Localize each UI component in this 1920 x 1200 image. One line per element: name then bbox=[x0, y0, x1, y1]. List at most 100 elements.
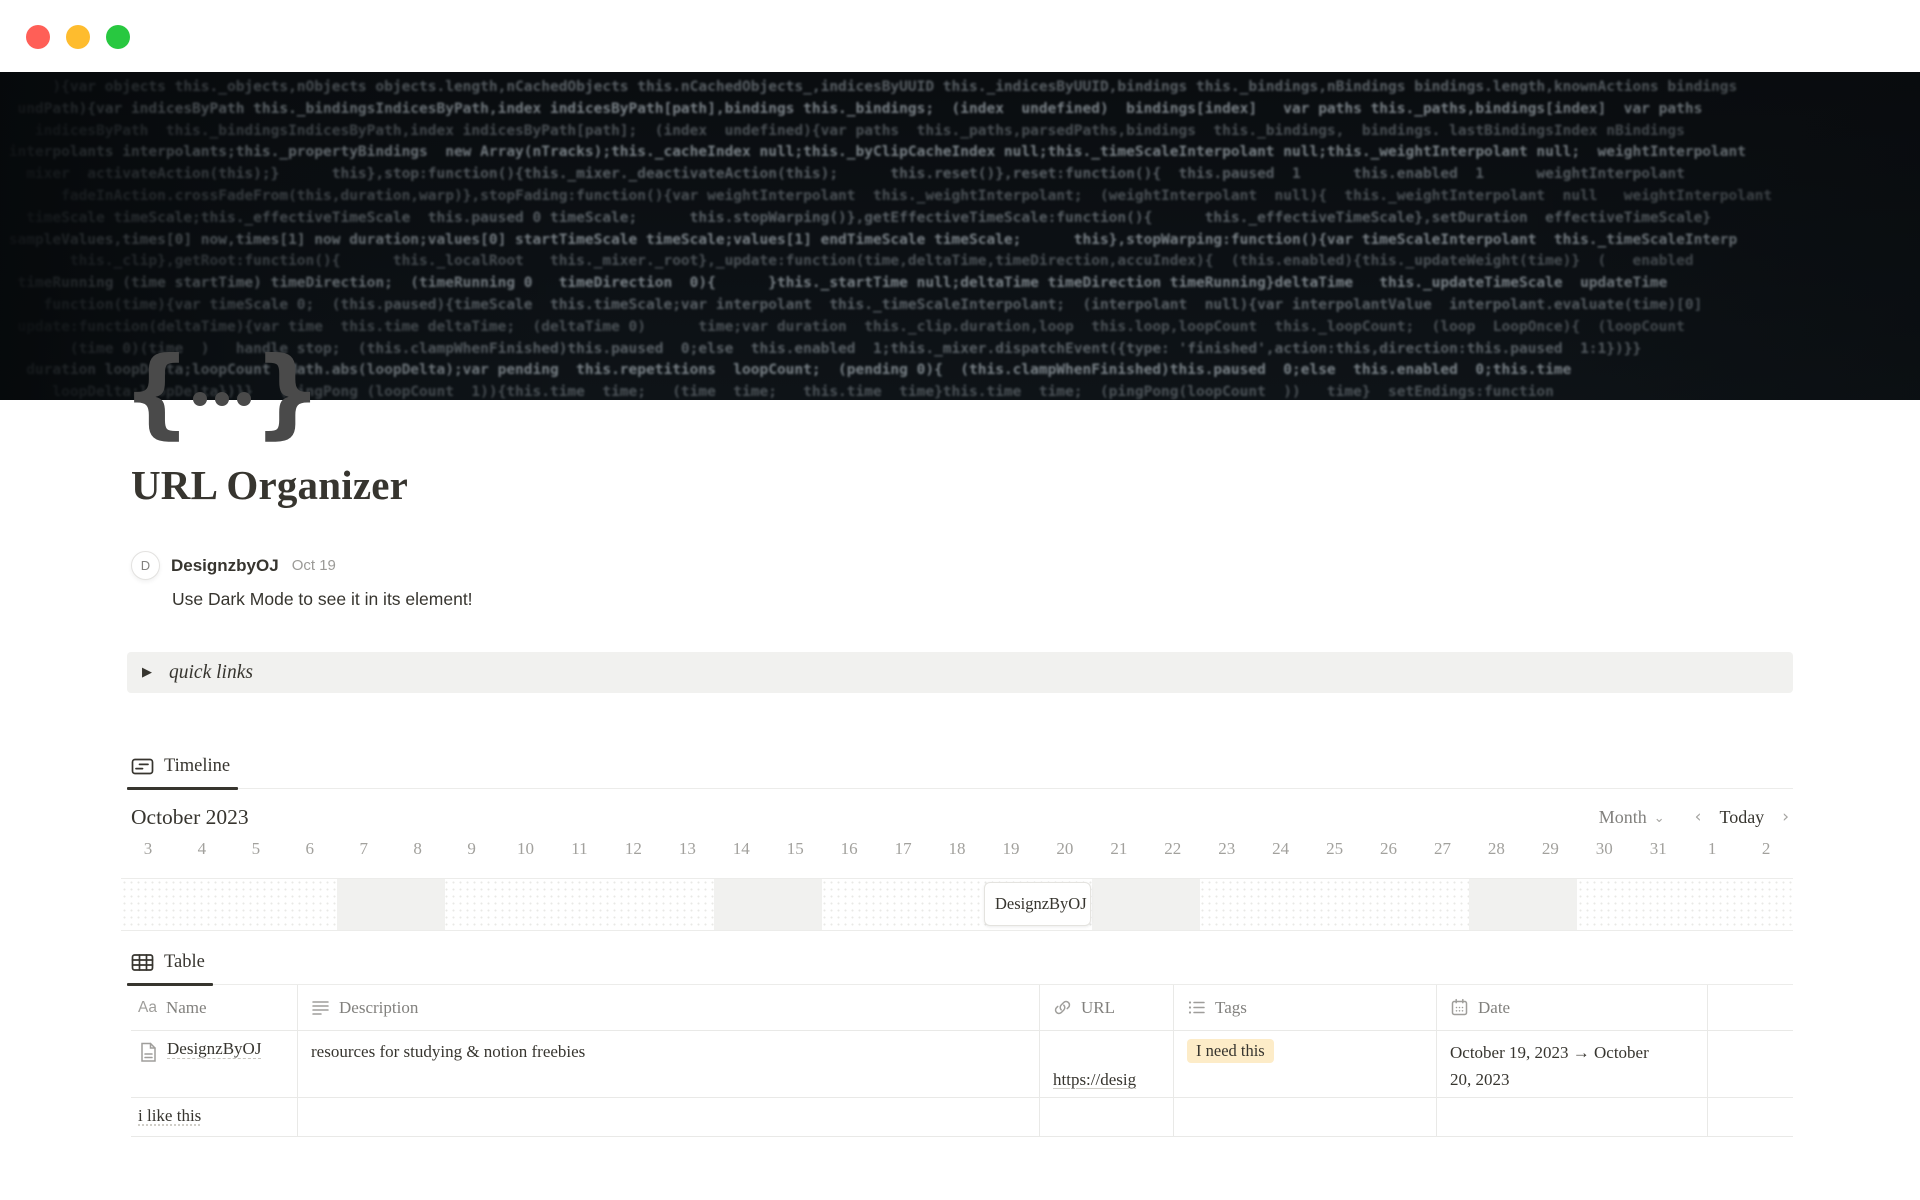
page-title[interactable]: URL Organizer bbox=[131, 461, 408, 509]
column-label: Date bbox=[1478, 998, 1510, 1018]
comment-block: D DesignzbyOJ Oct 19 Use Dark Mode to se… bbox=[131, 551, 473, 610]
cell-description[interactable] bbox=[298, 1098, 1040, 1136]
timeline-day-label: 15 bbox=[768, 839, 822, 867]
timeline-next-button[interactable]: › bbox=[1778, 807, 1793, 827]
cell-description[interactable]: resources for studying & notion freebies bbox=[298, 1031, 1040, 1097]
timeline-column bbox=[930, 879, 984, 930]
timeline-today-button[interactable]: Today bbox=[1719, 807, 1764, 828]
table: Aa Name Description URL bbox=[131, 985, 1793, 1137]
url-link[interactable]: https://desig nzbyoj.com bbox=[1053, 1070, 1136, 1097]
timeline-day-label: 21 bbox=[1092, 839, 1146, 867]
minimize-window-button[interactable] bbox=[66, 25, 90, 49]
zoom-window-button[interactable] bbox=[106, 25, 130, 49]
timeline-days: 3456789101112131415161718192021222324252… bbox=[121, 839, 1793, 867]
cell-url[interactable] bbox=[1040, 1098, 1174, 1136]
timeline-band[interactable]: DesignzByOJ bbox=[121, 878, 1793, 931]
tab-timeline-label: Timeline bbox=[164, 756, 230, 777]
timeline-column bbox=[1308, 879, 1362, 930]
timeline-column bbox=[660, 879, 714, 930]
cell-tags[interactable] bbox=[1174, 1098, 1437, 1136]
text-property-icon: Aa bbox=[138, 999, 157, 1017]
calendar-icon bbox=[1450, 998, 1469, 1017]
timeline-column bbox=[175, 879, 229, 930]
timeline-column bbox=[1739, 879, 1793, 930]
window-controls bbox=[26, 25, 130, 49]
timeline-day-label: 30 bbox=[1577, 839, 1631, 867]
timeline-day-label: 25 bbox=[1308, 839, 1362, 867]
table-view-icon bbox=[131, 952, 154, 973]
quick-links-toggle[interactable]: ▶ quick links bbox=[127, 652, 1793, 693]
timeline-weekend-column bbox=[768, 879, 822, 930]
timeline-column bbox=[1254, 879, 1308, 930]
column-header-tags[interactable]: Tags bbox=[1174, 985, 1437, 1030]
timeline-view-icon bbox=[131, 756, 154, 777]
timeline-column bbox=[1200, 879, 1254, 930]
avatar: D bbox=[131, 551, 160, 580]
timeline-prev-button[interactable]: ‹ bbox=[1691, 807, 1706, 827]
tab-timeline[interactable]: Timeline bbox=[127, 745, 238, 789]
timeline-day-label: 14 bbox=[714, 839, 768, 867]
cell-empty[interactable] bbox=[1708, 1031, 1793, 1097]
timeline-day-label: 9 bbox=[445, 839, 499, 867]
timeline-day-label: 16 bbox=[822, 839, 876, 867]
column-header-date[interactable]: Date bbox=[1437, 985, 1708, 1030]
timeline-scale-select[interactable]: Month ⌄ bbox=[1599, 807, 1665, 828]
timeline-day-label: 20 bbox=[1038, 839, 1092, 867]
timeline-column bbox=[822, 879, 876, 930]
icon-dots bbox=[193, 392, 251, 406]
cell-name[interactable]: i like this bbox=[131, 1098, 298, 1136]
timeline-day-label: 31 bbox=[1631, 839, 1685, 867]
timeline-weekend-column bbox=[1146, 879, 1200, 930]
column-header-name[interactable]: Aa Name bbox=[131, 985, 298, 1030]
tag-chip[interactable]: I need this bbox=[1187, 1039, 1274, 1063]
timeline-item-label: DesignzByOJ bbox=[995, 894, 1087, 914]
timeline-day-label: 7 bbox=[337, 839, 391, 867]
comment-author: DesignzbyOJ bbox=[171, 556, 279, 576]
timeline-day-label: 5 bbox=[229, 839, 283, 867]
tab-table-label: Table bbox=[164, 952, 205, 973]
toggle-arrow-icon[interactable]: ▶ bbox=[142, 665, 152, 680]
column-label: URL bbox=[1081, 998, 1115, 1018]
timeline-month-title: October 2023 bbox=[131, 805, 249, 830]
timeline-column bbox=[1685, 879, 1739, 930]
comment-text: Use Dark Mode to see it in its element! bbox=[172, 589, 473, 610]
cell-name[interactable]: DesignzByOJ bbox=[131, 1031, 298, 1097]
timeline-column bbox=[606, 879, 660, 930]
close-window-button[interactable] bbox=[26, 25, 50, 49]
timeline-day-label: 10 bbox=[499, 839, 553, 867]
timeline-column bbox=[1631, 879, 1685, 930]
timeline-day-label: 11 bbox=[553, 839, 607, 867]
avatar-initial: D bbox=[141, 558, 150, 573]
timeline-weekend-column bbox=[1469, 879, 1523, 930]
column-header-empty[interactable] bbox=[1708, 985, 1793, 1030]
lines-icon bbox=[311, 998, 330, 1017]
column-label: Description bbox=[339, 998, 418, 1018]
tab-table[interactable]: Table bbox=[127, 941, 213, 985]
timeline-day-label: 19 bbox=[984, 839, 1038, 867]
timeline-day-label: 26 bbox=[1362, 839, 1416, 867]
timeline-day-label: 28 bbox=[1469, 839, 1523, 867]
brace-left-glyph: { bbox=[122, 345, 191, 440]
timeline-day-label: 3 bbox=[121, 839, 175, 867]
list-icon bbox=[1187, 998, 1206, 1017]
timeline-day-label: 8 bbox=[391, 839, 445, 867]
chevron-down-icon: ⌄ bbox=[1654, 811, 1665, 826]
brace-right-glyph: } bbox=[253, 345, 322, 440]
page-link[interactable]: DesignzByOJ bbox=[167, 1039, 261, 1059]
timeline-view-tabs: Timeline bbox=[127, 745, 1793, 789]
link-icon bbox=[1053, 998, 1072, 1017]
cell-empty[interactable] bbox=[1708, 1098, 1793, 1136]
timeline-column bbox=[445, 879, 499, 930]
timeline-day-label: 6 bbox=[283, 839, 337, 867]
cell-url[interactable]: https://desig nzbyoj.com bbox=[1040, 1031, 1174, 1097]
timeline-weekend-column bbox=[714, 879, 768, 930]
timeline-item[interactable]: DesignzByOJ bbox=[984, 882, 1091, 926]
column-header-url[interactable]: URL bbox=[1040, 985, 1174, 1030]
cell-date[interactable]: October 19, 2023 → October 20, 2023 bbox=[1437, 1031, 1708, 1097]
cell-tags[interactable]: I need this bbox=[1174, 1031, 1437, 1097]
cell-date[interactable] bbox=[1437, 1098, 1708, 1136]
column-header-description[interactable]: Description bbox=[298, 985, 1040, 1030]
timeline-column bbox=[1577, 879, 1631, 930]
page-link[interactable]: i like this bbox=[138, 1106, 201, 1126]
page-icon[interactable]: { } bbox=[122, 342, 322, 442]
